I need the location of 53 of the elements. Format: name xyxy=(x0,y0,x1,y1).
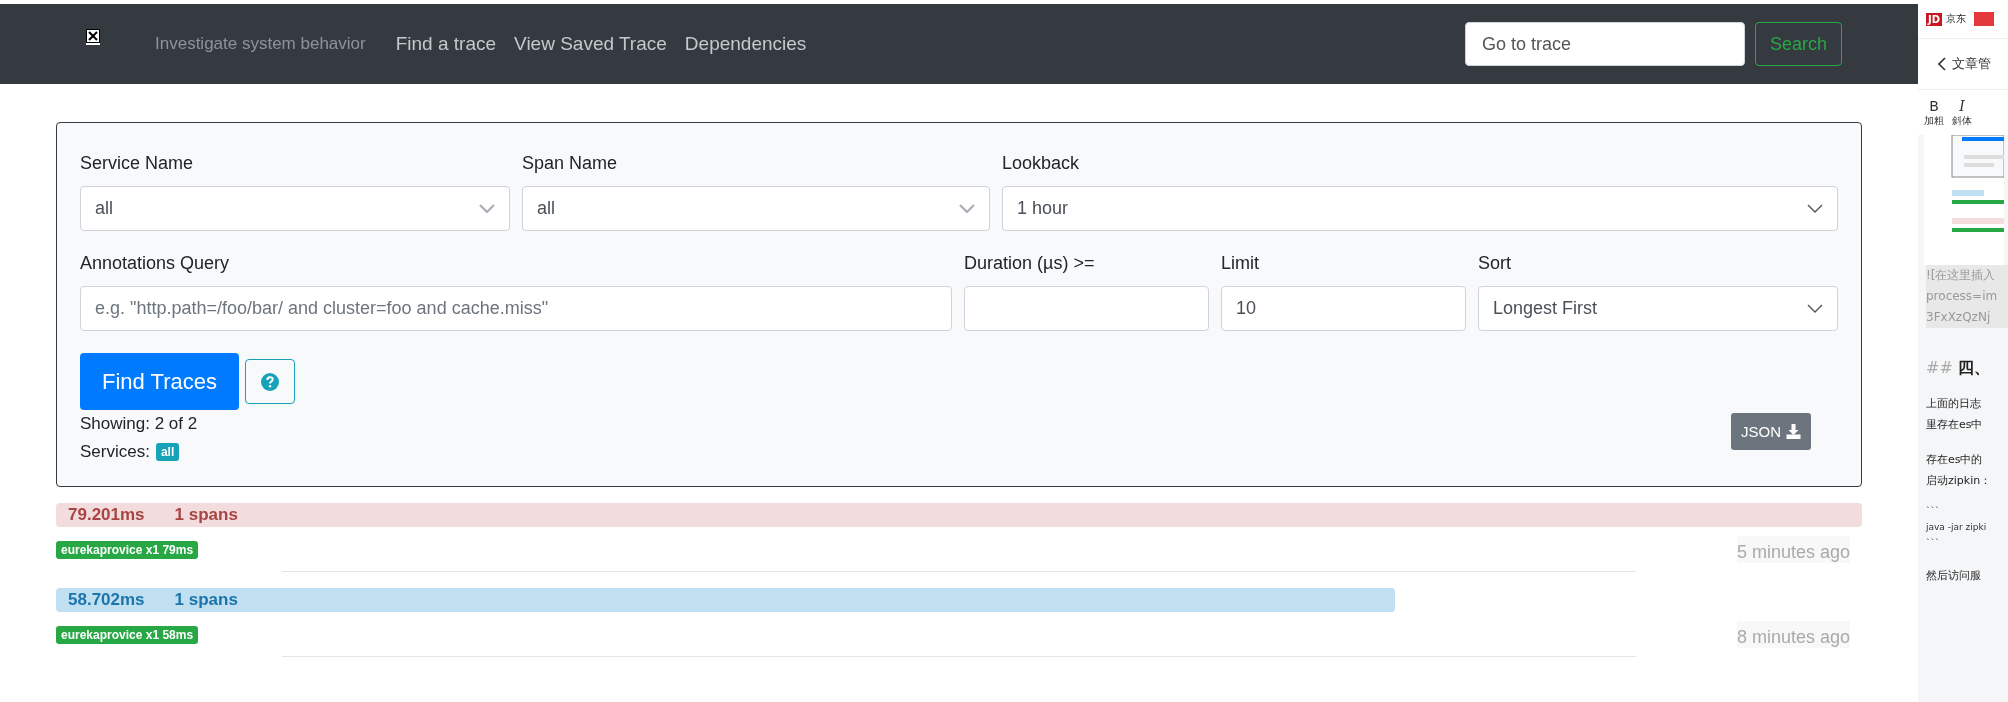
format-tool-button[interactable]: I 斜体 xyxy=(1952,97,1972,128)
image-markdown-text: ![在这里插入 process=im 3FxXzQzNj xyxy=(1926,265,2008,328)
input-field[interactable] xyxy=(964,286,1209,331)
select-field[interactable]: 1 hour xyxy=(1002,186,1838,231)
field-label: Service Name xyxy=(80,153,195,174)
service-tag: eurekaprovice x1 58ms xyxy=(56,625,199,644)
chevron-down-icon xyxy=(1807,204,1823,213)
nav-link[interactable]: Find a trace xyxy=(395,33,497,55)
field-label: Sort xyxy=(1478,253,1512,274)
field-label: Lookback xyxy=(1002,153,1081,174)
field-label: Duration (µs) >= xyxy=(964,253,1096,274)
services-label: Services: xyxy=(80,441,150,463)
format-tool-button[interactable]: B 加粗 xyxy=(1924,97,1944,128)
select-field[interactable]: all xyxy=(80,186,510,231)
chevron-down-icon xyxy=(479,204,495,213)
paragraph-text: 然后访问服 xyxy=(1926,568,1982,584)
field-label: Limit xyxy=(1221,253,1260,274)
paragraph-text: 上面的日志 里存在es中 xyxy=(1926,396,1984,433)
timestamp: 8 minutes ago xyxy=(1736,621,1850,648)
question-icon xyxy=(261,372,279,391)
field-label: Annotations Query xyxy=(80,253,231,274)
select-field[interactable]: all xyxy=(522,186,990,231)
help-button[interactable] xyxy=(245,359,295,404)
service-tag: eurekaprovice x1 79ms xyxy=(56,540,199,559)
search-field[interactable]: Go to trace xyxy=(1464,22,1745,66)
nav-link[interactable]: Dependencies xyxy=(684,33,807,55)
download-icon xyxy=(1786,424,1801,439)
heading-marker: ## xyxy=(1926,358,1953,377)
brand-logo: JD xyxy=(1926,12,1943,26)
timestamp: 5 minutes ago xyxy=(1736,536,1850,563)
find-traces-button[interactable]: Find Traces xyxy=(80,353,239,410)
heading-text: 四、 xyxy=(1958,358,1991,377)
panel-title: 文章管 xyxy=(1952,55,1991,73)
code-line: ``` xyxy=(1926,537,1941,550)
input-field[interactable]: 10 xyxy=(1221,286,1466,331)
search-button[interactable]: Search xyxy=(1754,22,1842,66)
showing-count: Showing: 2 of 2 xyxy=(80,413,198,435)
code-line: ``` xyxy=(1926,505,1941,518)
trace-duration-bar[interactable]: 79.201ms 1 spans xyxy=(56,503,1862,527)
field-label: Span Name xyxy=(522,153,619,174)
chevron-down-icon xyxy=(959,204,975,213)
brand-link[interactable]: 京东 xyxy=(1946,12,1967,26)
tagline: Investigate system behavior xyxy=(155,34,366,54)
code-line: java -jar zipki xyxy=(1926,521,1988,534)
trace-duration-bar[interactable]: 58.702ms 1 spans xyxy=(56,588,1395,612)
chevron-down-icon xyxy=(1807,304,1823,313)
input-field[interactable]: e.g. "http.path=/foo/bar/ and cluster=foo and cache.miss" xyxy=(80,286,952,331)
broken-image-icon xyxy=(86,29,100,45)
back-icon[interactable] xyxy=(1938,57,1946,71)
select-field[interactable]: Longest First xyxy=(1478,286,1838,331)
json-download-button[interactable]: JSON xyxy=(1731,413,1811,450)
paragraph-text: 存在es中的 启动zipkin： xyxy=(1926,452,1993,489)
nav-link[interactable]: View Saved Trace xyxy=(514,33,667,55)
